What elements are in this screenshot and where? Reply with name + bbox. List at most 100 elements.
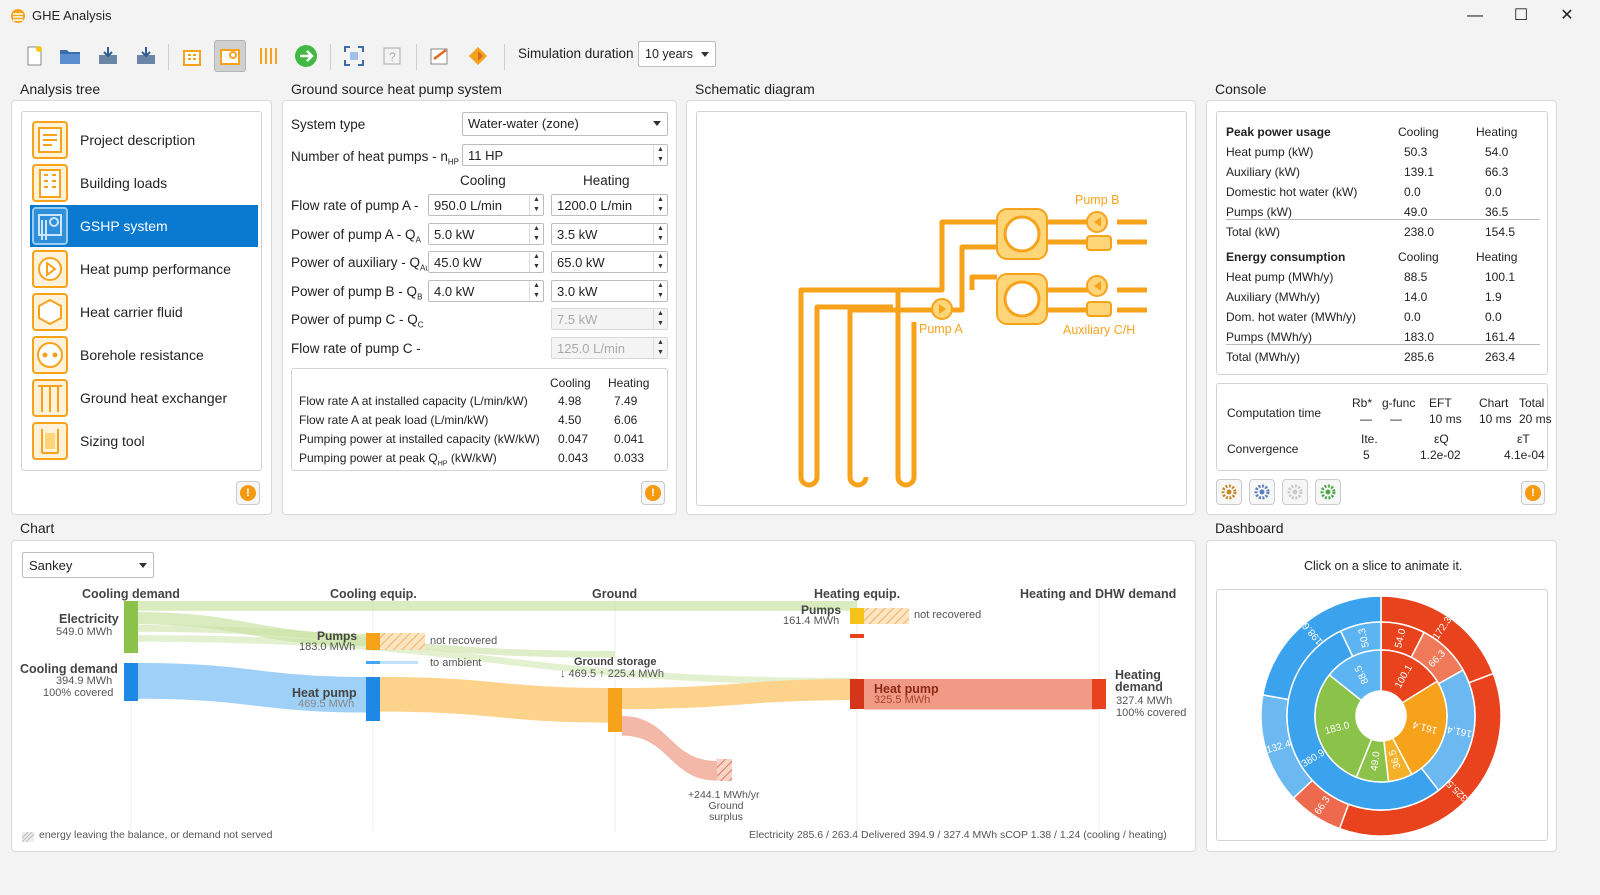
param-heating-input-5[interactable]: 125.0 L/min ▲ ▼: [551, 336, 668, 359]
tree-item-label: Heat carrier fluid: [80, 304, 183, 320]
chart-type-select[interactable]: Sankey: [22, 552, 154, 578]
auxiliary-1: [1086, 235, 1112, 251]
gshp-button[interactable]: [214, 40, 246, 72]
tree-item-ground-heat-exchanger[interactable]: Ground heat exchanger: [30, 377, 258, 419]
export-button[interactable]: [462, 40, 494, 72]
tree-item-label: GSHP system: [80, 218, 168, 234]
param-cooling-input-3[interactable]: 4.0 kW ▲ ▼: [428, 279, 544, 302]
open-button[interactable]: [54, 40, 86, 72]
param-cooling-input-2[interactable]: 45.0 kW ▲ ▼: [428, 251, 544, 273]
settings-button-1[interactable]: [1216, 479, 1242, 505]
tree-item-heat-pump-performance[interactable]: Heat pump performance: [30, 248, 258, 290]
pipes-icon: [260, 48, 277, 64]
run-button[interactable]: [290, 40, 322, 72]
num-heat-pumps-value: 11 HP: [468, 148, 504, 163]
system-type-select[interactable]: Water-water (zone): [462, 112, 668, 136]
simulation-duration-select[interactable]: 10 years: [638, 41, 716, 67]
num-heat-pumps-text: Number of heat pumps - n: [291, 149, 448, 164]
param-heating-input-4[interactable]: 7.5 kW ▲ ▼: [551, 308, 668, 330]
close-button[interactable]: ✕: [1544, 4, 1590, 28]
tree-item-heat-carrier-fluid[interactable]: Heat carrier fluid: [30, 291, 258, 333]
loop-1: [798, 304, 893, 488]
minimize-button[interactable]: —: [1452, 4, 1498, 28]
gshp-panel-title: Ground source heat pump system: [291, 81, 502, 97]
fit-view-button[interactable]: [338, 40, 370, 72]
arrow-right-icon: [295, 45, 317, 67]
spin-arrows-icon[interactable]: ▲ ▼: [653, 195, 667, 215]
peak-row-3-label: Pumps (kW): [1226, 205, 1292, 219]
param-label-0: Flow rate of pump A -: [291, 198, 419, 216]
dashboard-hint: Click on a slice to animate it.: [1304, 559, 1463, 573]
peak-row-1-label: Auxiliary (kW): [1226, 165, 1300, 179]
spin-arrows-icon[interactable]: ▲ ▼: [529, 252, 543, 272]
spin-arrows-icon[interactable]: ▲ ▼: [653, 252, 667, 272]
building-button[interactable]: [176, 40, 208, 72]
param-heating-value: 3.0 kW: [557, 283, 598, 299]
pump-a-label: Pump A: [919, 322, 963, 336]
param-label-text: Flow rate of pump C -: [291, 340, 421, 356]
peak-row-2-cooling: 0.0: [1404, 185, 1421, 199]
warning-button[interactable]: !: [1521, 481, 1545, 505]
summary-cooling-header: Cooling: [550, 376, 591, 390]
spin-arrows-icon[interactable]: ▲ ▼: [653, 280, 667, 301]
ground-exchanger-button[interactable]: [252, 40, 284, 72]
flow-ground-surplus: [622, 716, 717, 781]
settings-button-3[interactable]: [1282, 479, 1308, 505]
chart-type-value: Sankey: [29, 558, 73, 573]
pipe-to-hp2: [969, 274, 997, 290]
param-label-1: Power of pump A - QA: [291, 227, 421, 245]
chart-panel: Sankey Cooling demand Cooling equip. Groun…: [11, 540, 1196, 852]
spin-arrows-icon[interactable]: ▲ ▼: [529, 280, 543, 301]
param-cooling-input-1[interactable]: 5.0 kW ▲ ▼: [428, 222, 544, 245]
param-heating-input-3[interactable]: 3.0 kW ▲ ▼: [551, 279, 668, 302]
report-button[interactable]: [424, 40, 456, 72]
spin-arrows-icon[interactable]: ▲ ▼: [653, 337, 667, 358]
energy-row-1-heating: 1.9: [1485, 290, 1502, 304]
summary-cooling-3: 0.043: [558, 451, 589, 465]
param-cooling-input-0[interactable]: 950.0 L/min ▲ ▼: [428, 194, 544, 216]
gear-icon: [1254, 484, 1270, 500]
tree-item-label: Sizing tool: [80, 433, 145, 449]
param-heating-input-2[interactable]: 65.0 kW ▲ ▼: [551, 251, 668, 273]
peak-row-0-label: Heat pump (kW): [1226, 145, 1314, 159]
analysis-tree-panel: Project description Building loads GSHP …: [11, 100, 272, 515]
settings-button-4[interactable]: [1315, 479, 1341, 505]
param-heating-input-0[interactable]: 1200.0 L/min ▲ ▼: [551, 194, 668, 216]
warning-button[interactable]: !: [236, 481, 260, 505]
spin-arrows-icon[interactable]: ▲ ▼: [653, 223, 667, 244]
save-as-button[interactable]: [130, 40, 162, 72]
toolbar-separator: [504, 44, 505, 70]
heating-heat-pump-value: 325.5 MWh: [874, 694, 931, 706]
tree-item-borehole-resistance[interactable]: Borehole resistance: [30, 334, 258, 376]
new-file-button[interactable]: [18, 40, 50, 72]
tree-item-building-loads[interactable]: Building loads: [30, 162, 258, 204]
cooling-pumps-loss: [380, 633, 425, 650]
cooling-heat-pump-node: [366, 677, 380, 721]
param-label-5: Flow rate of pump C -: [291, 341, 421, 359]
gshp-summary-table: Cooling Heating Flow rate A at installed…: [291, 368, 668, 471]
summary-cooling-0: 4.98: [558, 394, 582, 408]
tree-item-sizing-tool[interactable]: Sizing tool: [30, 420, 258, 462]
settings-button-2[interactable]: [1249, 479, 1275, 505]
comp-val-1: —: [1390, 412, 1402, 426]
spin-arrows-icon[interactable]: ▲ ▼: [653, 145, 667, 165]
energy-row-2-label: Dom. hot water (MWh/y): [1226, 310, 1357, 324]
num-heat-pumps-input[interactable]: 11 HP ▲ ▼: [462, 144, 668, 166]
chevron-down-icon: [701, 52, 709, 57]
heating-demand-note: 100% covered: [1116, 707, 1187, 719]
summary-heating-1: 6.06: [614, 413, 638, 427]
maximize-button[interactable]: ☐: [1498, 4, 1544, 28]
sunburst-chart: 172.3325.566.3132.4198.6 54.066.3161.4380…: [1260, 595, 1502, 837]
help-button[interactable]: ?: [376, 40, 408, 72]
param-heating-input-1[interactable]: 3.5 kW ▲ ▼: [551, 222, 668, 245]
comp-val-3: 10 ms: [1479, 412, 1512, 426]
spin-arrows-icon[interactable]: ▲ ▼: [529, 195, 543, 215]
summary-label-2: Pumping power at installed capacity (kW/…: [299, 432, 540, 446]
heating-demand-node: [1092, 679, 1106, 709]
save-button[interactable]: [92, 40, 124, 72]
spin-arrows-icon[interactable]: ▲ ▼: [653, 309, 667, 329]
warning-button[interactable]: !: [641, 481, 665, 505]
spin-arrows-icon[interactable]: ▲ ▼: [529, 223, 543, 244]
tree-item-gshp-system[interactable]: GSHP system: [30, 205, 258, 247]
tree-item-project-description[interactable]: Project description: [30, 119, 258, 161]
